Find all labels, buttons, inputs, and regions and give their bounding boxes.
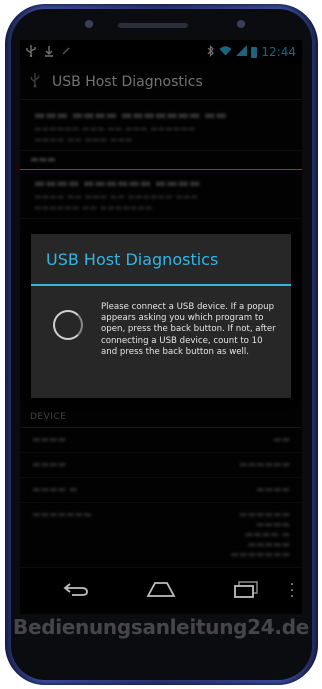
- home-icon: [146, 580, 176, 602]
- speaker-grille: [118, 23, 188, 28]
- recent-apps-button[interactable]: [226, 576, 266, 606]
- dialog-message: Please connect a USB device. If a popup …: [101, 302, 276, 357]
- menu-button[interactable]: · · ·: [288, 578, 296, 604]
- sensor-icon: [237, 20, 245, 28]
- back-icon: [62, 581, 90, 601]
- home-button[interactable]: [141, 576, 181, 606]
- recent-apps-icon: [233, 580, 259, 602]
- dialog-body: Please connect a USB device. If a popup …: [31, 286, 291, 358]
- progress-dialog: USB Host Diagnostics Please connect a US…: [31, 234, 291, 398]
- watermark: Bedienungsanleitung24.de: [13, 615, 309, 639]
- back-button[interactable]: [56, 576, 96, 606]
- screen: 12:44 USB Host Diagnostics ▬▬▬ ▬▬▬▬ ▬▬▬▬…: [20, 40, 302, 614]
- navigation-bar: · · ·: [20, 568, 302, 614]
- loading-spinner-icon: [53, 310, 83, 340]
- dialog-title: USB Host Diagnostics: [31, 234, 291, 286]
- camera-icon: [85, 20, 93, 28]
- menu-icon: · · ·: [289, 577, 295, 605]
